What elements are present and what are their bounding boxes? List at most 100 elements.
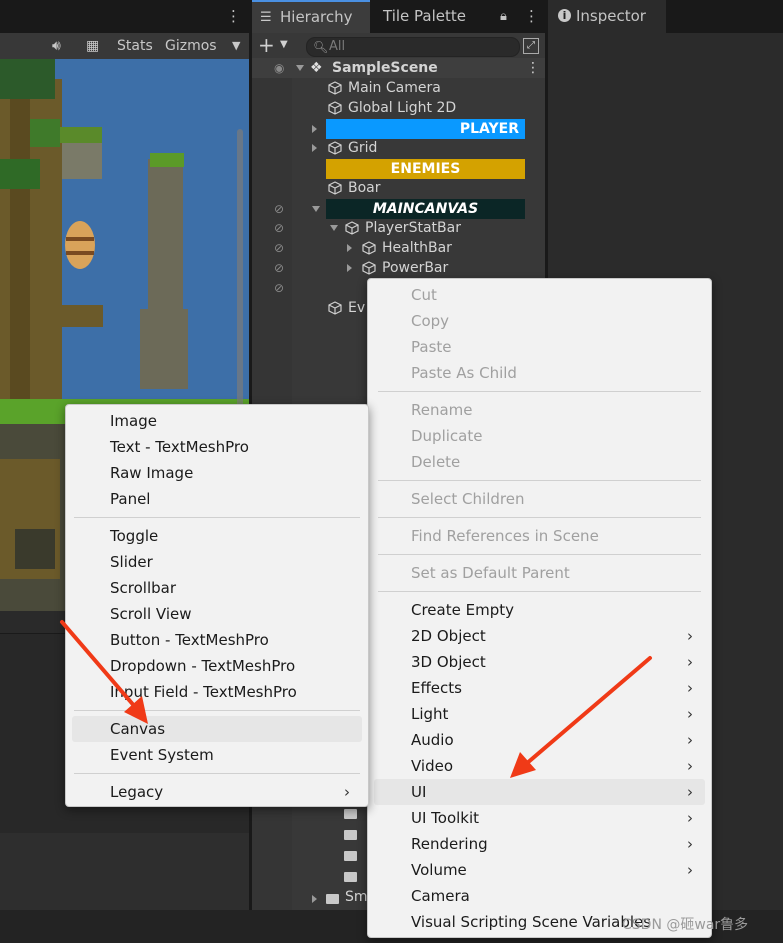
menu-item-panel[interactable]: Panel (66, 486, 368, 512)
expand-arrow-icon[interactable] (296, 65, 304, 71)
visibility-hidden-icon[interactable]: ⊘ (274, 258, 284, 278)
submenu-arrow-icon: › (687, 705, 693, 723)
menu-item-rename[interactable]: Rename (368, 397, 711, 423)
hierarchy-row-player[interactable]: PLAYER (252, 119, 545, 139)
scene-menu-icon[interactable]: ⋮ (526, 58, 540, 78)
hierarchy-row-global-light[interactable]: Global Light 2D (252, 98, 545, 118)
expand-arrow-icon[interactable] (330, 225, 338, 231)
add-dropdown-icon[interactable]: ▼ (280, 39, 288, 50)
row-label: Ev (348, 300, 366, 316)
menu-label: Video (411, 757, 454, 775)
gizmos-dropdown-icon[interactable]: ▼ (232, 33, 240, 59)
menu-label: Copy (411, 312, 450, 330)
menu-label: Rendering (411, 835, 488, 853)
gizmos-button[interactable]: Gizmos (165, 33, 217, 59)
tab-hierarchy[interactable]: ☰ Hierarchy (252, 0, 370, 33)
menu-item-legacy[interactable]: Legacy › (66, 779, 368, 805)
menu-item-create-empty[interactable]: Create Empty (368, 597, 711, 623)
expand-arrow-icon[interactable] (312, 144, 317, 152)
annotation-arrow-canvas (60, 620, 148, 724)
menu-item-slider[interactable]: Slider (66, 549, 368, 575)
expand-arrow-icon[interactable] (312, 125, 317, 133)
hierarchy-row-player-stat-bar[interactable]: ⊘ PlayerStatBar (252, 218, 545, 238)
row-label: PowerBar (382, 260, 449, 276)
submenu-arrow-icon: › (687, 861, 693, 879)
gameobject-icon (328, 101, 342, 115)
hierarchy-row-main-camera[interactable]: Main Camera (252, 78, 545, 98)
expand-arrow-icon[interactable] (347, 244, 352, 252)
menu-item-delete[interactable]: Delete (368, 449, 711, 475)
menu-label: Effects (411, 679, 462, 697)
audio-icon[interactable]: 🔊︎ (52, 33, 61, 59)
scene-visibility-icon[interactable]: ⤢ (523, 38, 539, 54)
folder-icon (344, 830, 357, 840)
expand-arrow-icon[interactable] (312, 206, 320, 212)
menu-item-scrollbar[interactable]: Scrollbar (66, 575, 368, 601)
menu-label: Legacy (110, 783, 164, 801)
hierarchy-context-menu: Cut Copy Paste Paste As Child Rename Dup… (367, 278, 712, 938)
expand-arrow-icon[interactable] (312, 895, 317, 903)
menu-item-paste[interactable]: Paste (368, 334, 711, 360)
visibility-hidden-icon[interactable]: ⊘ (274, 278, 284, 298)
folder-icon (344, 809, 357, 819)
hierarchy-row-health-bar[interactable]: ⊘ HealthBar (252, 238, 545, 258)
stats-button[interactable]: Stats (117, 33, 153, 59)
menu-item-duplicate[interactable]: Duplicate (368, 423, 711, 449)
lock-icon[interactable]: 🔒︎ (500, 0, 507, 33)
submenu-arrow-icon: › (687, 835, 693, 853)
hierarchy-row-power-bar[interactable]: ⊘ PowerBar (252, 258, 545, 278)
menu-label: Panel (110, 490, 151, 508)
menu-item-copy[interactable]: Copy (368, 308, 711, 334)
add-icon[interactable]: + (258, 34, 275, 56)
menu-separator (74, 517, 360, 518)
menu-item-image[interactable]: Image (66, 408, 368, 434)
tab-inspector[interactable]: i Inspector (548, 0, 666, 33)
menu-label: Volume (411, 861, 467, 879)
menu-item-set-default-parent[interactable]: Set as Default Parent (368, 560, 711, 586)
search-placeholder: All (329, 39, 346, 54)
menu-item-text-tmp[interactable]: Text - TextMeshPro (66, 434, 368, 460)
visibility-icon[interactable]: ◉ (274, 58, 284, 78)
hierarchy-row-boar[interactable]: Boar (252, 178, 545, 198)
menu-item-find-references[interactable]: Find References in Scene (368, 523, 711, 549)
visibility-hidden-icon[interactable]: ⊘ (274, 199, 284, 219)
scene-scrollbar[interactable] (237, 129, 243, 429)
folder-icon (326, 894, 339, 904)
scene-row[interactable]: ◉ ❖ SampleScene ⋮ (252, 58, 545, 78)
info-icon: i (558, 9, 571, 22)
grid-icon[interactable]: ▦ (86, 33, 99, 59)
menu-label: Paste As Child (411, 364, 517, 382)
menu-item-raw-image[interactable]: Raw Image (66, 460, 368, 486)
hierarchy-row-maincanvas[interactable]: ⊘ MAINCANVAS (252, 199, 545, 219)
gameobject-icon (362, 261, 376, 275)
more-options-icon[interactable]: ⋮ (226, 7, 241, 25)
menu-separator (378, 517, 701, 518)
expand-arrow-icon[interactable] (347, 264, 352, 272)
search-input[interactable]: 🔍︎ All (306, 37, 520, 57)
more-options-icon[interactable]: ⋮ (524, 0, 539, 33)
submenu-arrow-icon: › (344, 783, 350, 801)
menu-label: UI (411, 783, 427, 801)
search-icon: 🔍︎ (313, 40, 329, 54)
menu-item-event-system[interactable]: Event System (66, 742, 368, 768)
menu-label: Rename (411, 401, 473, 419)
visibility-hidden-icon[interactable]: ⊘ (274, 218, 284, 238)
menu-item-toggle[interactable]: Toggle (66, 523, 368, 549)
row-label: HealthBar (382, 240, 452, 256)
menu-label: 2D Object (411, 627, 486, 645)
hierarchy-row-enemies[interactable]: ENEMIES (252, 159, 545, 179)
menu-item-volume[interactable]: Volume › (368, 857, 711, 883)
menu-item-select-children[interactable]: Select Children (368, 486, 711, 512)
menu-item-cut[interactable]: Cut (368, 282, 711, 308)
menu-item-rendering[interactable]: Rendering › (368, 831, 711, 857)
visibility-hidden-icon[interactable]: ⊘ (274, 238, 284, 258)
gameobject-icon (328, 141, 342, 155)
hierarchy-row-grid[interactable]: Grid (252, 138, 545, 158)
menu-item-ui-toolkit[interactable]: UI Toolkit › (368, 805, 711, 831)
menu-item-paste-as-child[interactable]: Paste As Child (368, 360, 711, 386)
top-tab-bar: ⋮ ☰ Hierarchy Tile Palette 🔒︎ ⋮ i Inspec… (0, 0, 783, 33)
tab-tile-palette[interactable]: Tile Palette 🔒︎ ⋮ (372, 0, 542, 33)
menu-item-camera[interactable]: Camera (368, 883, 711, 909)
menu-separator (378, 554, 701, 555)
menu-item-2d-object[interactable]: 2D Object › (368, 623, 711, 649)
